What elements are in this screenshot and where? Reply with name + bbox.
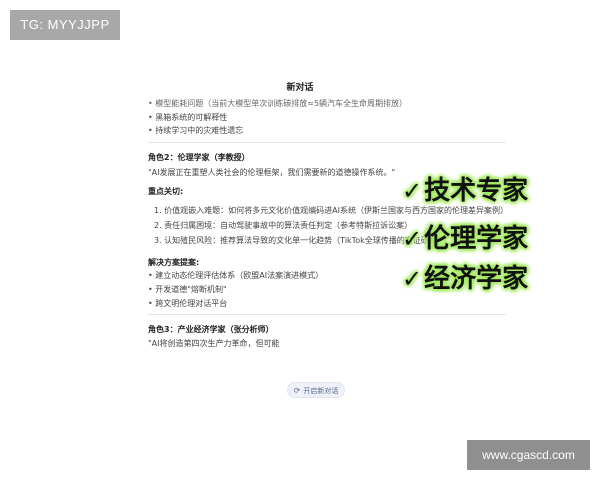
new-chat-button[interactable]: ⟳ 开启新对话: [287, 382, 345, 398]
screenshot-page: TG: MYYJJPP 新对话 • 模型能耗问题（当前大模型单次训练碳排放≈5辆…: [0, 0, 600, 480]
role3-quote: "AI将创造第四次生产力革命，但可能: [148, 339, 280, 348]
check-icon: ✓: [402, 225, 423, 253]
solution-item: • 开发道德"熔断机制": [148, 285, 227, 294]
intro-item: • 模型能耗问题（当前大模型单次训练碳排放≈5辆汽车全生命周期排放）: [148, 99, 408, 108]
check-icon: ✓: [402, 177, 423, 205]
intro-item: • 黑箱系统的可解释性: [148, 113, 228, 122]
solution-item: • 建立动态伦理评估体系（欧盟AI法案演进模式）: [148, 271, 324, 280]
solution-heading: 解决方案提案:: [148, 258, 200, 267]
key-concerns-heading: 重点关切:: [148, 187, 184, 196]
role3-heading: 角色3：产业经济学家（张分析师）: [148, 325, 274, 334]
overlay-label: 经济学家: [424, 264, 529, 294]
overlay-label: 技术专家: [424, 176, 529, 206]
chat-title: 新对话: [286, 83, 314, 93]
check-icon: ✓: [402, 265, 423, 293]
overlay-economist: ✓经济学家: [402, 262, 552, 296]
key-concern-item: 2. 责任归属困境：自动驾驶事故中的算法责任判定（参考特斯拉诉讼案）: [154, 221, 413, 230]
overlay-ethicist: ✓伦理学家: [402, 222, 552, 256]
refresh-icon: ⟳: [293, 386, 301, 395]
intro-item: • 持续学习中的灾难性遗忘: [148, 126, 244, 135]
section-divider: [148, 142, 506, 143]
overlay-tech-expert: ✓技术专家: [402, 174, 552, 208]
site-watermark: www.cgascd.com: [467, 440, 590, 470]
new-chat-label: 开启新对话: [303, 387, 339, 395]
overlay-label: 伦理学家: [424, 224, 529, 254]
role2-quote: "AI发展正在重塑人类社会的伦理框架，我们需要新的道德操作系统。": [148, 168, 396, 177]
solution-item: • 跨文明伦理对话平台: [148, 299, 228, 308]
tg-watermark: TG: MYYJJPP: [10, 10, 120, 40]
role2-heading: 角色2：伦理学家（李教授）: [148, 153, 250, 162]
section-divider: [148, 314, 506, 315]
